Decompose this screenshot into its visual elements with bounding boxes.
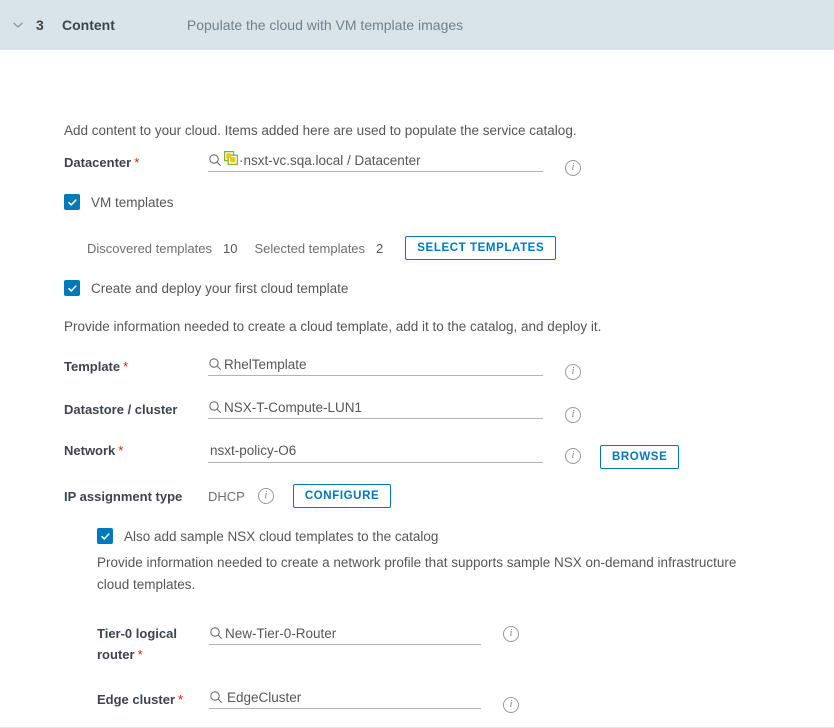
cloud-template-checkbox[interactable] [64, 280, 80, 296]
content-step-page: 3 Content Populate the cloud with VM tem… [0, 0, 834, 728]
datacenter-input[interactable]: ·nsxt-vc.sqa.local / Datacenter [208, 150, 543, 172]
nsx-samples-checkbox-row[interactable]: Also add sample NSX cloud templates to t… [97, 528, 438, 544]
info-icon-network[interactable]: i [565, 448, 581, 464]
edge-cluster-label: Edge cluster * [97, 692, 184, 707]
edge-cluster-input[interactable]: EdgeCluster [209, 687, 481, 709]
selected-templates-count: 2 [376, 240, 384, 256]
field-row-network: Network * nsxt-policy-O6 i BROWSE [64, 440, 744, 469]
field-row-edge-cluster: Edge cluster * EdgeCluster i [97, 687, 697, 713]
info-icon-ip-assignment[interactable]: i [257, 488, 274, 504]
field-row-tier0: Tier-0 logical router * New-Tier-0-Router… [97, 623, 697, 665]
nsx-samples-checkbox[interactable] [97, 528, 113, 544]
required-asterisk: * [118, 443, 124, 458]
search-icon [208, 400, 222, 414]
step-number: 3 [36, 17, 44, 33]
discovered-templates-count: 10 [223, 240, 238, 256]
cloud-template-label: Create and deploy your first cloud templ… [91, 280, 349, 296]
templates-summary-row: Discovered templates 10 Selected templat… [87, 236, 557, 260]
datacenter-label: Datacenter * [64, 155, 140, 170]
required-asterisk: * [137, 647, 143, 662]
search-icon [208, 357, 222, 371]
vm-templates-label: VM templates [91, 194, 174, 210]
ip-assignment-label: IP assignment type [64, 488, 183, 504]
discovered-templates-label: Discovered templates [87, 240, 212, 256]
datacenter-icon [223, 150, 239, 170]
tier0-value: New-Tier-0-Router [225, 625, 337, 641]
chevron-down-icon[interactable] [8, 15, 28, 35]
datastore-input[interactable]: NSX-T-Compute-LUN1 [208, 397, 543, 419]
template-input[interactable]: RhelTemplate [208, 354, 543, 376]
info-icon-tier0[interactable]: i [503, 626, 519, 642]
step-header-content[interactable]: 3 Content Populate the cloud with VM tem… [0, 0, 834, 50]
network-input[interactable]: nsxt-policy-O6 [208, 441, 543, 463]
page-title: Content [62, 17, 115, 33]
selected-templates-label: Selected templates [254, 240, 366, 256]
field-row-datacenter: Datacenter * ·nsxt-vc.sqa.local / Datacen… [64, 150, 664, 176]
info-icon-datastore[interactable]: i [565, 407, 581, 423]
network-value: nsxt-policy-O6 [210, 443, 297, 458]
field-row-datastore: Datastore / cluster NSX-T-Compute-LUN1 i [64, 397, 664, 423]
browse-button[interactable]: BROWSE [600, 445, 680, 469]
vm-templates-checkbox-row[interactable]: VM templates [64, 194, 174, 210]
info-icon-edge-cluster[interactable]: i [503, 697, 519, 713]
cloud-template-checkbox-row[interactable]: Create and deploy your first cloud templ… [64, 280, 348, 296]
datastore-label: Datastore / cluster [64, 402, 178, 417]
nsx-samples-description: Provide information needed to create a n… [97, 555, 737, 592]
vm-templates-checkbox[interactable] [64, 194, 80, 210]
required-asterisk: * [178, 692, 184, 707]
intro-text: Add content to your cloud. Items added h… [64, 123, 577, 138]
network-label: Network * [64, 443, 124, 458]
step-body: Add content to your cloud. Items added h… [0, 50, 834, 727]
edge-cluster-value: EdgeCluster [227, 689, 302, 705]
datastore-value: NSX-T-Compute-LUN1 [224, 399, 363, 415]
search-icon [209, 626, 223, 640]
required-asterisk: * [134, 155, 140, 170]
tier0-input[interactable]: New-Tier-0-Router [209, 623, 481, 645]
search-icon [208, 153, 222, 167]
search-icon [209, 690, 223, 704]
select-templates-button[interactable]: SELECT TEMPLATES [405, 236, 557, 260]
configure-button[interactable]: CONFIGURE [292, 484, 392, 508]
cloud-template-description: Provide information needed to create a c… [64, 319, 602, 334]
required-asterisk: * [123, 359, 129, 374]
field-row-ip-assignment: IP assignment type DHCP i CONFIGURE [64, 484, 664, 508]
info-icon-template[interactable]: i [565, 364, 581, 380]
field-row-template: Template * RhelTemplate i [64, 354, 664, 380]
tier0-label: Tier-0 logical router * [97, 626, 177, 662]
nsx-samples-label: Also add sample NSX cloud templates to t… [124, 528, 439, 544]
info-icon-datacenter[interactable]: i [565, 160, 581, 176]
datacenter-value: ·nsxt-vc.sqa.local / Datacenter [239, 152, 421, 168]
template-value: RhelTemplate [224, 356, 307, 372]
step-description: Populate the cloud with VM template imag… [186, 17, 464, 33]
ip-assignment-value: DHCP [208, 488, 245, 504]
template-label: Template * [64, 359, 129, 374]
